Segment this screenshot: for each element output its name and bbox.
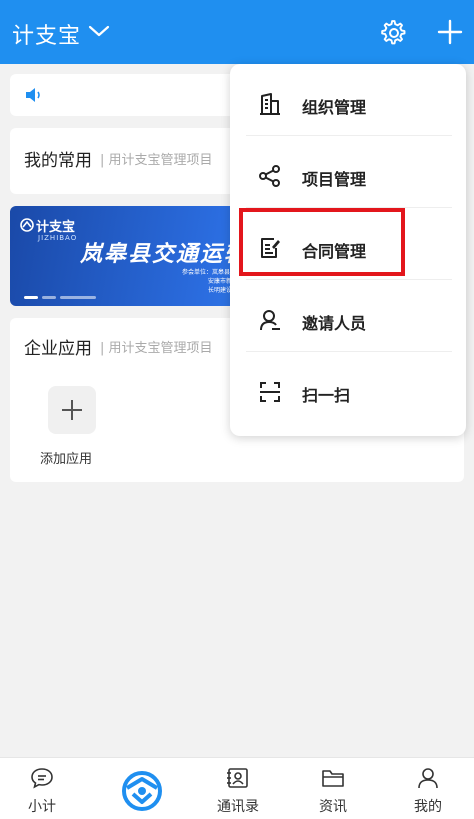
common-title: 我的常用 (24, 151, 92, 171)
profile-icon (418, 768, 438, 789)
banner-logo-sub: JIZHIBAO (38, 234, 78, 242)
menu-divider (246, 279, 452, 280)
tab-mine[interactable]: 我的 (388, 758, 468, 819)
plus-icon (62, 400, 82, 420)
tab-xiaoji[interactable]: 小计 (2, 758, 82, 819)
menu-item-label: 项目管理 (302, 170, 367, 189)
menu-item-label: 扫一扫 (302, 386, 351, 405)
menu-item-label: 邀请人员 (302, 314, 367, 333)
menu-item-organization[interactable]: 组织管理 (230, 68, 466, 140)
menu-divider (246, 135, 452, 136)
add-app-label[interactable]: 添加应用 (40, 448, 92, 467)
common-subtitle: | 用计支宝管理项目 (100, 153, 213, 168)
tab-label: 通讯录 (217, 799, 259, 815)
building-icon (260, 93, 280, 115)
news-folder-icon (322, 770, 344, 787)
pagination-dot (60, 296, 96, 299)
enterprise-title: 企业应用 (24, 339, 92, 359)
banner-pagination (24, 296, 98, 300)
banner-logo-text: 计支宝 (36, 220, 76, 235)
jizhibao-logo-icon[interactable] (121, 770, 163, 812)
gear-icon[interactable] (381, 20, 407, 46)
app-title[interactable]: 计支宝 (12, 18, 81, 50)
pagination-dot (42, 296, 56, 299)
pagination-dot (24, 296, 38, 299)
menu-divider (246, 351, 452, 352)
app-header: 计支宝 (0, 0, 474, 64)
jizhibao-logo-icon (20, 218, 34, 232)
chat-bubble-icon (31, 768, 53, 789)
highlight-box (239, 208, 405, 276)
share-icon (259, 165, 280, 187)
bottom-tab-bar: 小计 通讯录 资讯 我的 (0, 757, 474, 819)
tab-label: 资讯 (319, 799, 347, 815)
banner-headline: 岚皋县交通运输 (80, 242, 249, 267)
enterprise-subtitle: | 用计支宝管理项目 (100, 341, 213, 356)
menu-item-projects[interactable]: 项目管理 (230, 140, 466, 212)
plus-icon[interactable] (436, 18, 464, 46)
speaker-icon (26, 88, 40, 102)
add-app-button[interactable] (48, 386, 96, 434)
chevron-down-icon[interactable] (88, 24, 110, 38)
tab-news[interactable]: 资讯 (293, 758, 373, 819)
menu-item-label: 组织管理 (302, 98, 367, 117)
tab-contacts[interactable]: 通讯录 (198, 758, 278, 819)
tab-label: 小计 (28, 799, 56, 815)
menu-item-scan[interactable]: 扫一扫 (230, 356, 466, 428)
scan-icon (260, 382, 280, 402)
contacts-icon (227, 768, 248, 788)
tab-label: 我的 (414, 799, 442, 815)
invite-user-icon (260, 310, 280, 331)
menu-item-invite[interactable]: 邀请人员 (230, 284, 466, 356)
